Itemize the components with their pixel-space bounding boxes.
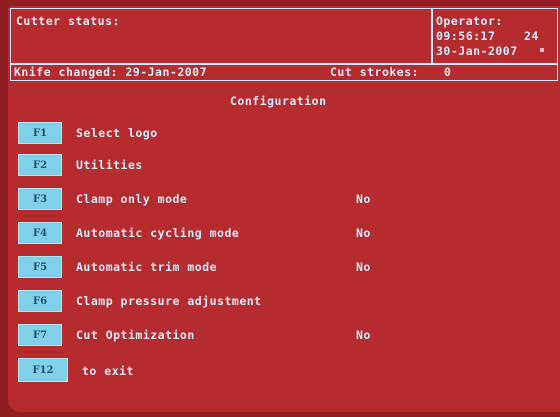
cut-strokes-value: 0 [444,65,452,79]
machine-screen: Cutter status: Operator: 09:56:17 24 30-… [8,6,560,412]
time-extra: 24 [524,29,539,43]
menu-label-select-logo: Select logo [76,126,158,140]
menu-label-utilities: Utilities [76,158,143,172]
menu-value-auto-cycling: No [356,226,371,240]
menu-label-clamp-only: Clamp only mode [76,192,188,206]
f7-button[interactable]: F7 [18,324,62,346]
date-readout: 30-Jan-2007 [436,44,518,58]
menu-value-cut-optimization: No [356,328,371,342]
operator-label: Operator: [436,14,503,28]
exit-label: to exit [82,364,134,378]
cutter-status-label: Cutter status: [16,14,120,28]
menu-label-auto-trim: Automatic trim mode [76,260,218,274]
f3-button[interactable]: F3 [18,188,62,210]
f1-button[interactable]: F1 [18,122,62,144]
menu-label-auto-cycling: Automatic cycling mode [76,226,240,240]
knife-changed-text: Knife changed: 29-Jan-2007 [14,65,208,79]
f6-button[interactable]: F6 [18,290,62,312]
f4-button[interactable]: F4 [18,222,62,244]
f5-button[interactable]: F5 [18,256,62,278]
menu-label-clamp-pressure: Clamp pressure adjustment [76,294,262,308]
f2-button[interactable]: F2 [18,154,62,176]
indicator-dot [540,48,544,52]
f12-exit-button[interactable]: F12 [18,358,68,382]
time-readout: 09:56:17 [436,29,496,43]
menu-value-auto-trim: No [356,260,371,274]
menu-label-cut-optimization: Cut Optimization [76,328,195,342]
page-title: Configuration [230,94,327,108]
menu-value-clamp-only: No [356,192,371,206]
cut-strokes-label: Cut strokes: [330,65,420,79]
